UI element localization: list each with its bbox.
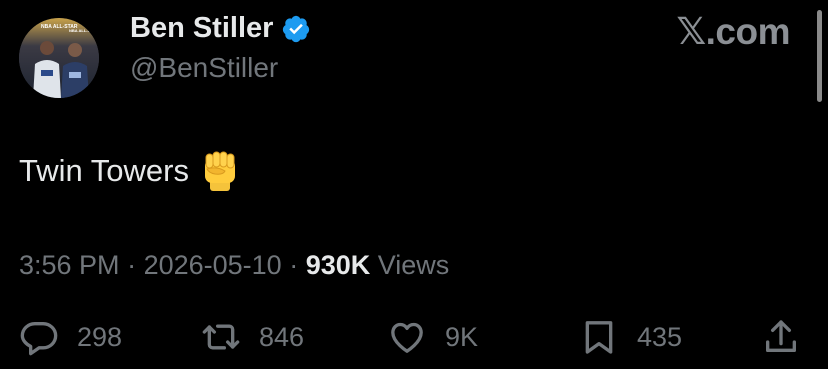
display-name-text[interactable]: Ben Stiller: [130, 12, 273, 45]
retweet-count: 846: [259, 321, 305, 352]
tweet-body: Twin Towers: [19, 151, 239, 191]
retweet-icon: [201, 317, 241, 357]
tweet-meta: 3:56 PM · 2026-05-10 · 930K Views: [19, 250, 449, 281]
retweet-button[interactable]: 846: [201, 312, 304, 362]
avatar-image: NBA ALL-STAR NBA ALL-S: [19, 18, 99, 98]
reply-button[interactable]: 298: [19, 312, 122, 362]
avatar-banner-text-right: NBA ALL-S: [69, 28, 91, 33]
views-label: Views: [370, 250, 450, 280]
bookmark-count: 435: [637, 321, 683, 352]
views-count[interactable]: 930K: [306, 250, 371, 280]
meta-separator: ·: [281, 250, 306, 280]
tweet-date[interactable]: 2026-05-10: [144, 250, 282, 280]
scrollbar[interactable]: [817, 10, 822, 102]
author-display-name[interactable]: Ben Stiller: [130, 12, 311, 45]
reply-count: 298: [77, 321, 123, 352]
x-brand-logo: 𝕏.com: [676, 11, 790, 52]
like-count: 9K: [445, 321, 479, 352]
like-button[interactable]: 9K: [387, 312, 478, 362]
share-button[interactable]: [761, 312, 801, 362]
bookmark-icon: [579, 317, 619, 357]
tweet-text: Twin Towers: [19, 153, 189, 188]
heart-icon: [387, 317, 427, 357]
avatar[interactable]: NBA ALL-STAR NBA ALL-S: [19, 18, 99, 98]
reply-icon: [19, 317, 59, 357]
action-bar: 298 846 9K 435: [19, 312, 809, 362]
tweet-time[interactable]: 3:56 PM: [19, 250, 120, 280]
meta-separator: ·: [119, 250, 144, 280]
raised-fist-icon: [201, 151, 239, 191]
bookmark-button[interactable]: 435: [579, 312, 682, 362]
author-handle[interactable]: @BenStiller: [130, 52, 278, 84]
verified-check-icon: [281, 14, 311, 44]
share-icon: [761, 317, 801, 357]
